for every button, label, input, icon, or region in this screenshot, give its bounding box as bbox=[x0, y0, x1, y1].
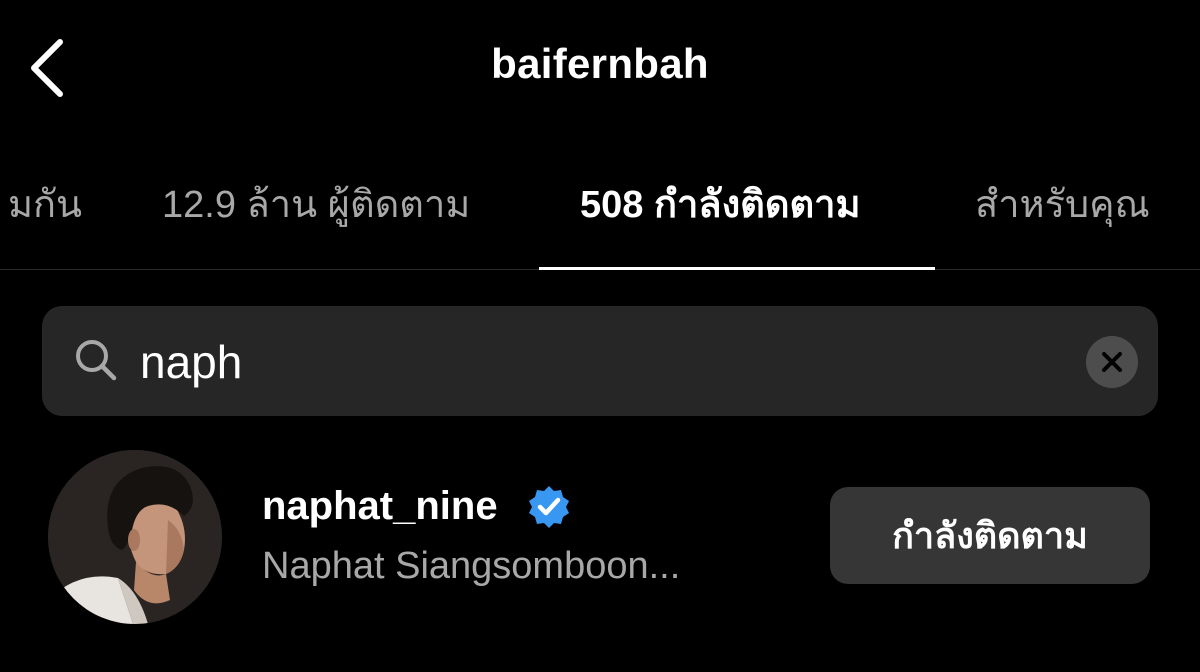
result-full-name: Naphat Siangsomboon... bbox=[262, 545, 681, 587]
result-username[interactable]: naphat_nine bbox=[262, 484, 498, 529]
tab-following[interactable]: 508 กำลังติดตาม bbox=[580, 180, 861, 230]
search-icon bbox=[76, 340, 117, 381]
clear-search-button[interactable] bbox=[1086, 336, 1138, 388]
tab-for-you[interactable]: สำหรับคุณ bbox=[975, 180, 1150, 230]
close-icon bbox=[1102, 352, 1122, 372]
header: baifernbah bbox=[0, 0, 1200, 140]
active-tab-indicator bbox=[539, 267, 935, 270]
avatar[interactable] bbox=[48, 450, 222, 624]
tab-bar: มกัน 12.9 ล้าน ผู้ติดตาม 508 กำลังติดตาม… bbox=[0, 140, 1200, 270]
verified-badge-icon bbox=[529, 486, 569, 528]
tab-mutual[interactable]: มกัน bbox=[8, 180, 82, 230]
tab-followers[interactable]: 12.9 ล้าน ผู้ติดตาม bbox=[162, 180, 470, 230]
page-title: baifernbah bbox=[491, 40, 709, 87]
following-button[interactable]: กำลังติดตาม bbox=[830, 487, 1150, 584]
search-input[interactable] bbox=[140, 330, 1040, 394]
following-screen: baifernbah มกัน 12.9 ล้าน ผู้ติดตาม 508 … bbox=[0, 0, 1200, 672]
